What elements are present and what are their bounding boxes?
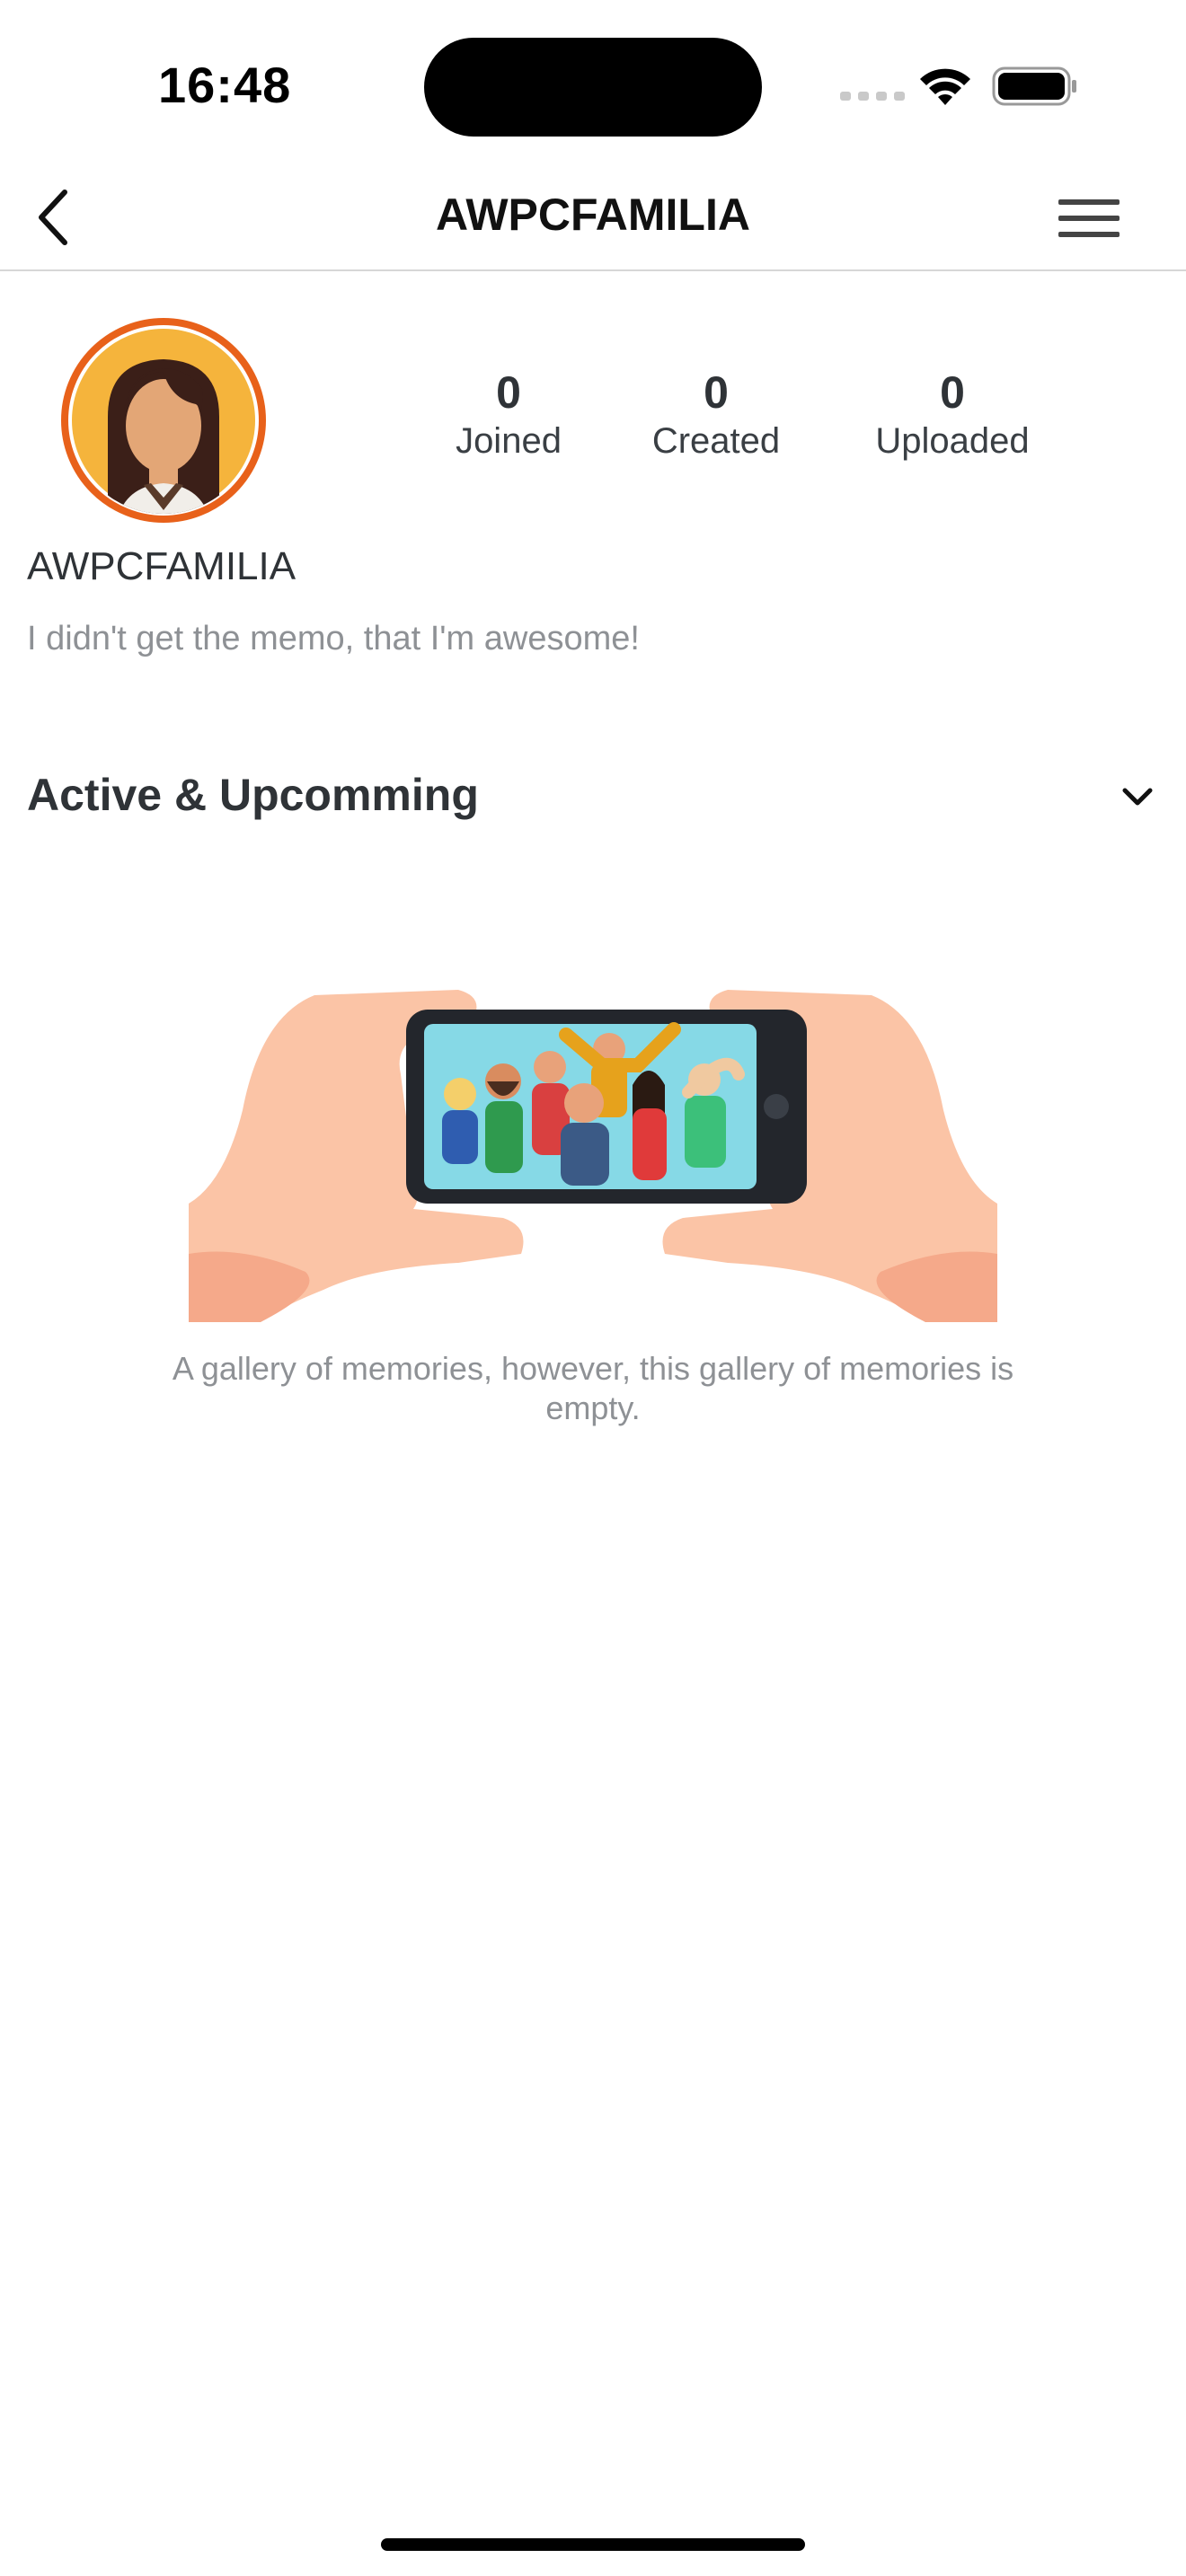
status-bar: 16:48	[0, 0, 1186, 171]
stat-created[interactable]: 0 Created	[640, 366, 792, 463]
cellular-signal-icon	[840, 92, 905, 101]
battery-icon	[992, 66, 1076, 106]
stat-joined-value: 0	[496, 367, 521, 418]
empty-state-message: A gallery of memories, however, this gal…	[172, 1350, 1014, 1426]
stat-uploaded-label: Uploaded	[875, 421, 1030, 461]
profile-bio: I didn't get the memo, that I'm awesome!	[27, 620, 640, 657]
stat-uploaded-value: 0	[940, 367, 965, 418]
profile-username: AWPCFAMILIA	[27, 544, 296, 588]
dynamic-island	[424, 38, 762, 137]
stat-uploaded[interactable]: 0 Uploaded	[854, 366, 1051, 463]
stat-joined[interactable]: 0 Joined	[442, 366, 575, 463]
status-time: 16:48	[158, 57, 292, 113]
home-indicator[interactable]	[381, 2538, 805, 2551]
page-title: AWPCFAMILIA	[436, 190, 750, 240]
wifi-icon	[920, 68, 970, 105]
stat-created-label: Created	[651, 421, 781, 461]
stat-joined-label: Joined	[456, 421, 562, 461]
navigation-bar: AWPCFAMILIA	[0, 171, 1186, 271]
hamburger-menu-icon	[1058, 199, 1120, 237]
section-title[interactable]: Active & Upcomming	[27, 769, 479, 821]
chevron-down-icon[interactable]	[1120, 781, 1155, 814]
user-avatar-icon[interactable]	[61, 318, 266, 523]
menu-button[interactable]	[1053, 187, 1125, 250]
empty-gallery-illustration	[189, 990, 997, 1322]
stat-created-value: 0	[704, 367, 729, 418]
